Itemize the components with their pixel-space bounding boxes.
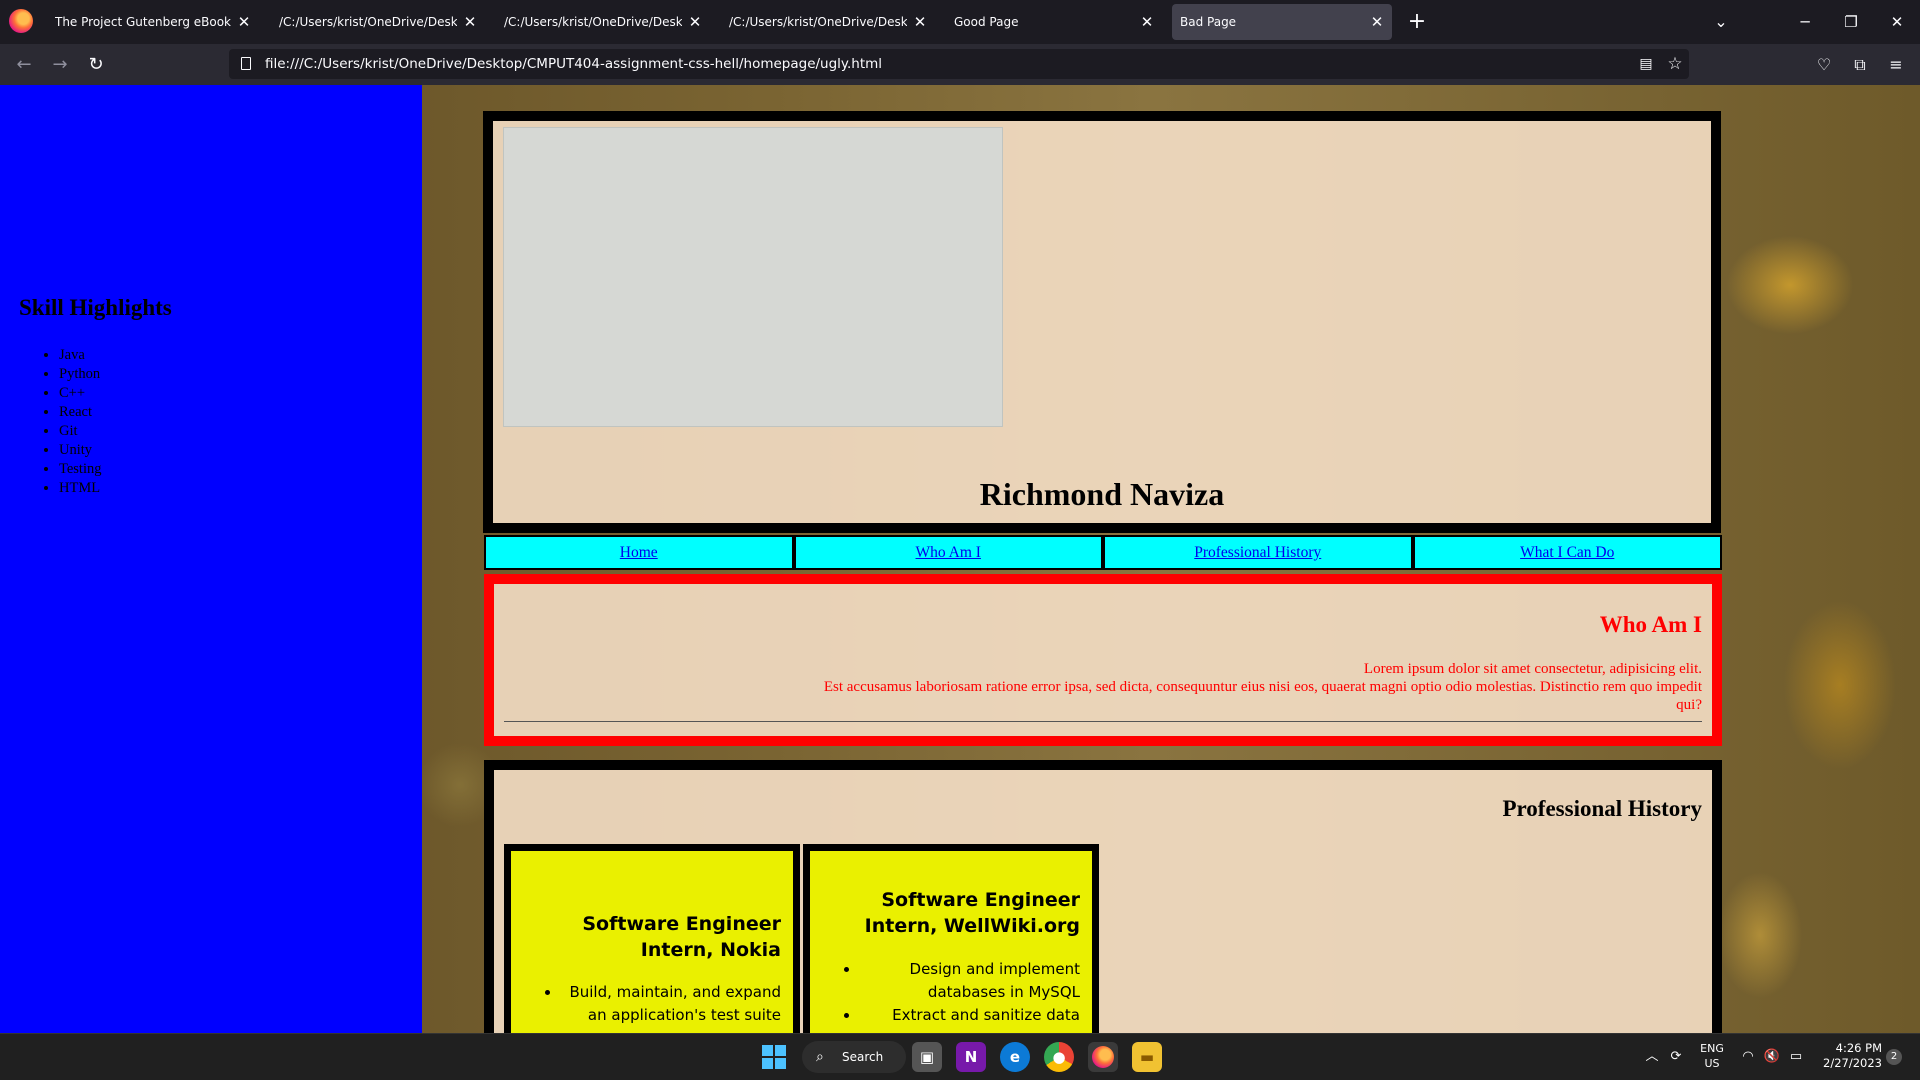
close-icon[interactable]: ✕: [1138, 13, 1156, 31]
tab-gutenberg[interactable]: The Project Gutenberg eBook of Fra ✕: [47, 4, 259, 40]
restore-button[interactable]: ❐: [1836, 8, 1866, 36]
who-am-i-section: Who Am I Lorem ipsum dolor sit amet cons…: [484, 574, 1722, 746]
professional-history-section: Professional History Software Engineer I…: [484, 760, 1722, 1033]
chevron-up-icon[interactable]: ︿: [1642, 1047, 1662, 1067]
tab-local-file-3[interactable]: /C:/Users/krist/OneDrive/Desktop/C ✕: [721, 4, 935, 40]
reload-icon[interactable]: ↻: [82, 51, 110, 79]
pocket-icon[interactable]: ♡: [1813, 54, 1835, 76]
chrome-icon[interactable]: ●: [1044, 1042, 1074, 1072]
close-window-button[interactable]: ✕: [1882, 8, 1912, 36]
page-viewport: Skill Highlights Java Python C++ React G…: [0, 85, 1920, 1033]
job-card-wellwiki: Software Engineer Intern, WellWiki.org D…: [803, 844, 1099, 1033]
tab-title: Bad Page: [1180, 15, 1237, 29]
windows-start-icon[interactable]: [762, 1045, 786, 1069]
sync-icon[interactable]: ⟳: [1666, 1047, 1686, 1067]
nav-link-who-am-i[interactable]: Who Am I: [793, 535, 1103, 570]
language-code: ENG: [1700, 1042, 1724, 1055]
url-text[interactable]: file:///C:/Users/krist/OneDrive/Desktop/…: [265, 49, 882, 79]
taskbar-search-button[interactable]: ⌕ Search: [802, 1041, 906, 1073]
page-icon: [241, 57, 251, 70]
job-bullets: Build, maintain, and expand an applicati…: [531, 981, 781, 1027]
language-indicator[interactable]: ENG US: [1692, 1041, 1732, 1071]
clock-time: 4:26 PM: [1835, 1041, 1882, 1055]
job-bullet: Design and implement databases in MySQL: [860, 958, 1080, 1004]
task-view-icon[interactable]: ▣: [912, 1042, 942, 1072]
chevron-down-icon[interactable]: ⌄: [1710, 11, 1732, 33]
close-icon[interactable]: ✕: [686, 13, 704, 31]
menu-icon[interactable]: ≡: [1885, 54, 1907, 76]
nav-link-home[interactable]: Home: [484, 535, 794, 570]
tab-local-file-2[interactable]: /C:/Users/krist/OneDrive/Desktop/C ✕: [496, 4, 710, 40]
nav-link-what-i-can-do[interactable]: What I Can Do: [1412, 535, 1722, 570]
wifi-icon[interactable]: ◠: [1738, 1047, 1758, 1067]
skill-item: HTML: [59, 479, 101, 498]
tab-local-file-1[interactable]: /C:/Users/krist/OneDrive/Desktop/C ✕: [271, 4, 485, 40]
divider: [504, 721, 1702, 722]
clock[interactable]: 4:26 PM 2/27/2023: [1812, 1041, 1882, 1071]
job-bullet: Build, maintain, and expand an applicati…: [561, 981, 781, 1027]
skills-sidebar: Skill Highlights Java Python C++ React G…: [0, 85, 422, 1033]
windows-taskbar: ⌕ Search ▣ N e ● ▬ ︿ ⟳ ENG US ◠ 🔇 ▭ 4:26…: [0, 1033, 1920, 1080]
edge-icon[interactable]: e: [1000, 1042, 1030, 1072]
file-explorer-icon[interactable]: ▬: [1132, 1042, 1162, 1072]
skills-list: Java Python C++ React Git Unity Testing …: [40, 346, 101, 498]
tab-title: /C:/Users/krist/OneDrive/Desktop/C: [279, 15, 457, 29]
job-title: Software Engineer Intern, WellWiki.org: [864, 889, 1080, 937]
job-card-nokia: Software Engineer Intern, Nokia Build, m…: [504, 844, 800, 1033]
notification-badge[interactable]: 2: [1886, 1049, 1902, 1065]
tab-title: /C:/Users/krist/OneDrive/Desktop/C: [729, 15, 907, 29]
search-label: Search: [842, 1050, 884, 1064]
tab-bad-page[interactable]: Bad Page ✕: [1172, 4, 1392, 40]
skill-item: C++: [59, 384, 101, 403]
close-icon[interactable]: ✕: [235, 13, 253, 31]
firefox-taskbar-icon[interactable]: [1088, 1042, 1118, 1072]
tab-strip: The Project Gutenberg eBook of Fra ✕ /C:…: [0, 0, 1920, 44]
region-code: US: [1704, 1057, 1720, 1070]
close-icon[interactable]: ✕: [911, 13, 929, 31]
skill-item: React: [59, 403, 101, 422]
portrait-photo-placeholder: [503, 127, 1003, 427]
tab-title: The Project Gutenberg eBook of Fra: [55, 15, 231, 29]
skills-heading: Skill Highlights: [19, 295, 172, 320]
who-am-i-line: Lorem ipsum dolor sit amet consectetur, …: [1363, 661, 1702, 677]
job-bullet: Extract and sanitize data: [860, 1004, 1080, 1027]
tab-title: Good Page: [954, 15, 1019, 29]
skill-item: Testing: [59, 460, 101, 479]
battery-icon[interactable]: ▭: [1786, 1047, 1806, 1067]
section-nav: Home Who Am I Professional History What …: [484, 535, 1722, 570]
close-icon[interactable]: ✕: [461, 13, 479, 31]
speaker-muted-icon[interactable]: 🔇: [1762, 1047, 1782, 1067]
address-bar[interactable]: file:///C:/Users/krist/OneDrive/Desktop/…: [229, 49, 1689, 79]
search-icon: ⌕: [816, 1049, 824, 1065]
profile-header: Richmond Naviza: [483, 111, 1721, 533]
minimize-button[interactable]: ─: [1790, 8, 1820, 36]
new-tab-button[interactable]: +: [1404, 9, 1430, 35]
skill-item: Unity: [59, 441, 101, 460]
reader-view-icon[interactable]: ▤: [1637, 55, 1655, 73]
tab-title: /C:/Users/krist/OneDrive/Desktop/C: [504, 15, 682, 29]
job-title: Software Engineer Intern, Nokia: [582, 913, 781, 961]
skill-item: Python: [59, 365, 101, 384]
clock-date: 2/27/2023: [1823, 1056, 1882, 1070]
profile-name: Richmond Naviza: [979, 476, 1225, 512]
job-bullets: Design and implement databases in MySQL …: [830, 958, 1080, 1027]
who-am-i-text: Lorem ipsum dolor sit amet consectetur, …: [802, 660, 1702, 714]
close-icon[interactable]: ✕: [1368, 13, 1386, 31]
skill-item: Java: [59, 346, 101, 365]
nav-link-professional-history[interactable]: Professional History: [1103, 535, 1413, 570]
extensions-icon[interactable]: ⧉: [1849, 54, 1871, 76]
onenote-icon[interactable]: N: [956, 1042, 986, 1072]
bookmark-star-icon[interactable]: ☆: [1665, 54, 1685, 74]
who-am-i-heading: Who Am I: [1599, 612, 1702, 637]
who-am-i-line: Est accusamus laboriosam ratione error i…: [823, 679, 1702, 713]
forward-arrow-icon[interactable]: →: [46, 51, 74, 79]
tab-good-page[interactable]: Good Page ✕: [946, 4, 1162, 40]
professional-history-heading: Professional History: [1502, 796, 1702, 821]
skill-item: Git: [59, 422, 101, 441]
navigation-toolbar: ← → ↻ file:///C:/Users/krist/OneDrive/De…: [0, 44, 1920, 85]
firefox-icon[interactable]: [9, 9, 33, 33]
back-arrow-icon[interactable]: ←: [10, 51, 38, 79]
